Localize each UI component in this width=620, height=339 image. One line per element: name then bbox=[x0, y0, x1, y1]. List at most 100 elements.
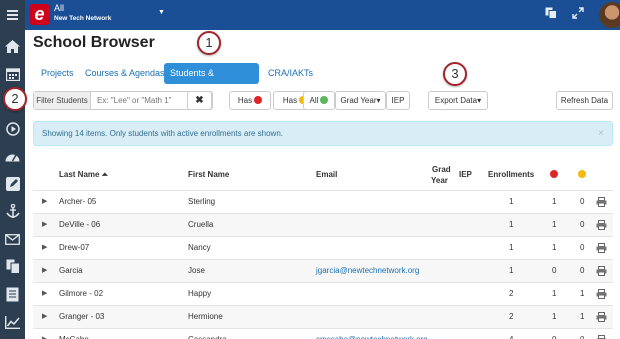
row-expand-caret-icon[interactable]: ▶ bbox=[42, 260, 47, 282]
close-banner-icon[interactable]: × bbox=[598, 122, 604, 145]
cell-last-name: McCabe bbox=[59, 329, 89, 339]
home-icon[interactable] bbox=[3, 37, 22, 56]
play-icon[interactable] bbox=[3, 119, 22, 138]
table-row[interactable]: ▶ Granger - 03 Hermione 2 1 1 bbox=[33, 305, 613, 328]
cell-red-count: 1 bbox=[552, 289, 557, 298]
cell-enrollments: 1 bbox=[509, 243, 514, 252]
has-red-filter-button[interactable]: Has bbox=[229, 91, 271, 110]
org-selector-title[interactable]: All bbox=[54, 3, 64, 14]
mail-icon[interactable] bbox=[3, 230, 22, 249]
cell-last-name: Archer- 05 bbox=[59, 197, 97, 206]
table-row[interactable]: ▶ Gilmore - 02 Happy 2 1 1 bbox=[33, 282, 613, 305]
tab-courses-agendas[interactable]: Courses & Agendas bbox=[79, 63, 171, 84]
cell-yellow-count: 0 bbox=[580, 243, 585, 252]
edit-icon[interactable] bbox=[3, 174, 22, 193]
cell-email-link[interactable]: cmccabe@newtechnetwork.org bbox=[316, 329, 428, 339]
expand-icon[interactable] bbox=[572, 7, 584, 22]
tab-projects[interactable]: Projects bbox=[35, 63, 80, 84]
has-red-label: Has bbox=[237, 96, 253, 105]
print-icon[interactable] bbox=[596, 197, 607, 207]
tab-students-enrollments[interactable]: Students & Enrollments bbox=[164, 63, 259, 99]
all-green-filter-button[interactable]: All bbox=[303, 91, 335, 110]
org-selector-subtitle[interactable]: New Tech Network bbox=[54, 15, 111, 23]
filter-students-label: Filter Students bbox=[34, 92, 91, 109]
column-header-last-name[interactable]: Last Name ⏶ bbox=[59, 170, 108, 180]
cell-first-name: Nancy bbox=[188, 243, 211, 252]
print-icon[interactable] bbox=[596, 243, 607, 253]
cell-yellow-count: 0 bbox=[580, 329, 584, 339]
document-icon[interactable] bbox=[3, 285, 22, 304]
clear-filter-button[interactable]: ✖ bbox=[187, 91, 212, 110]
copy-window-icon[interactable] bbox=[545, 7, 557, 22]
column-header-grad-year-line2[interactable]: Year bbox=[431, 176, 448, 186]
row-expand-caret-icon[interactable]: ▶ bbox=[42, 329, 47, 339]
cell-last-name: DeVille - 06 bbox=[59, 220, 101, 229]
row-expand-caret-icon[interactable]: ▶ bbox=[42, 283, 47, 305]
cell-enrollments: 2 bbox=[509, 289, 514, 298]
table-row[interactable]: ▶ McCabe Cassandra cmccabe@newtechnetwork.o… bbox=[33, 328, 613, 339]
dashboard-icon[interactable] bbox=[3, 147, 22, 166]
column-header-yellow-icon[interactable] bbox=[578, 170, 586, 180]
grad-year-dropdown[interactable]: Grad Year▾ bbox=[335, 91, 386, 110]
left-sidebar bbox=[0, 0, 25, 339]
all-green-label: All bbox=[309, 96, 319, 105]
cell-yellow-count: 1 bbox=[580, 312, 585, 321]
cell-red-count: 1 bbox=[552, 220, 557, 229]
print-icon[interactable] bbox=[596, 335, 607, 339]
callout-marker-1: 1 bbox=[197, 31, 221, 55]
callout-marker-3: 3 bbox=[443, 62, 467, 86]
tab-cra-iakts[interactable]: CRA/IAKTs bbox=[262, 63, 319, 84]
cell-yellow-count: 1 bbox=[580, 289, 585, 298]
cell-red-count: 1 bbox=[552, 197, 557, 206]
app-logo[interactable]: e bbox=[29, 4, 50, 25]
info-banner: Showing 14 items. Only students with act… bbox=[33, 121, 613, 146]
table-row[interactable]: ▶ Drew-07 Nancy 1 1 0 bbox=[33, 236, 613, 259]
calendar-icon[interactable] bbox=[3, 64, 22, 83]
row-expand-caret-icon[interactable]: ▶ bbox=[42, 237, 47, 259]
cell-yellow-count: 0 bbox=[580, 197, 585, 206]
menu-icon[interactable] bbox=[3, 5, 22, 24]
cell-red-count: 0 bbox=[552, 329, 556, 339]
cell-first-name: Cassandra bbox=[188, 329, 227, 339]
row-expand-caret-icon[interactable]: ▶ bbox=[42, 306, 47, 328]
callout-marker-2: 2 bbox=[3, 87, 27, 111]
cell-first-name: Hermione bbox=[188, 312, 223, 321]
row-expand-caret-icon[interactable]: ▶ bbox=[42, 214, 47, 236]
cell-red-count: 1 bbox=[552, 243, 557, 252]
has-yellow-label: Has bbox=[282, 96, 298, 105]
column-header-first-name[interactable]: First Name bbox=[188, 170, 229, 180]
print-icon[interactable] bbox=[596, 266, 607, 276]
cell-enrollments: 2 bbox=[509, 312, 514, 321]
table-row[interactable]: ▶ Garcia Jose jgarcia@newtechnetwork.org 1 0 0 bbox=[33, 259, 613, 282]
cell-email-link[interactable]: jgarcia@newtechnetwork.org bbox=[316, 260, 419, 282]
row-expand-caret-icon[interactable]: ▶ bbox=[42, 191, 47, 213]
org-dropdown-caret-icon[interactable]: ▼ bbox=[158, 9, 165, 16]
cell-enrollments: 1 bbox=[509, 266, 514, 275]
print-icon[interactable] bbox=[596, 312, 607, 322]
print-icon[interactable] bbox=[596, 220, 607, 230]
cell-first-name: Jose bbox=[188, 266, 205, 275]
cell-yellow-count: 0 bbox=[580, 220, 585, 229]
anchor-icon[interactable] bbox=[3, 202, 22, 221]
column-header-enrollments[interactable]: Enrollments bbox=[488, 170, 534, 180]
cell-first-name: Cruella bbox=[188, 220, 214, 229]
table-row[interactable]: ▶ Archer- 05 Sterling 1 1 0 bbox=[33, 190, 613, 213]
cell-first-name: Sterling bbox=[188, 197, 216, 206]
iep-filter-button[interactable]: IEP bbox=[386, 91, 410, 110]
column-header-email[interactable]: Email bbox=[316, 170, 337, 180]
cell-last-name: Gilmore - 02 bbox=[59, 289, 104, 298]
table-row[interactable]: ▶ DeVille - 06 Cruella 1 1 0 bbox=[33, 213, 613, 236]
user-avatar[interactable] bbox=[599, 2, 620, 28]
column-header-grad-year-line1[interactable]: Grad bbox=[432, 165, 451, 175]
column-header-red-icon[interactable] bbox=[550, 170, 558, 180]
info-banner-text: Showing 14 items. Only students with act… bbox=[42, 129, 284, 138]
cell-enrollments: 1 bbox=[509, 220, 514, 229]
cell-yellow-count: 0 bbox=[580, 266, 585, 275]
cell-first-name: Happy bbox=[188, 289, 212, 298]
chart-icon[interactable] bbox=[3, 313, 22, 332]
refresh-data-button[interactable]: Refresh Data bbox=[556, 91, 613, 110]
print-icon[interactable] bbox=[596, 289, 607, 299]
copy-icon[interactable] bbox=[3, 257, 22, 276]
column-header-iep[interactable]: IEP bbox=[459, 170, 472, 180]
export-data-dropdown[interactable]: Export Data▾ bbox=[428, 91, 488, 110]
